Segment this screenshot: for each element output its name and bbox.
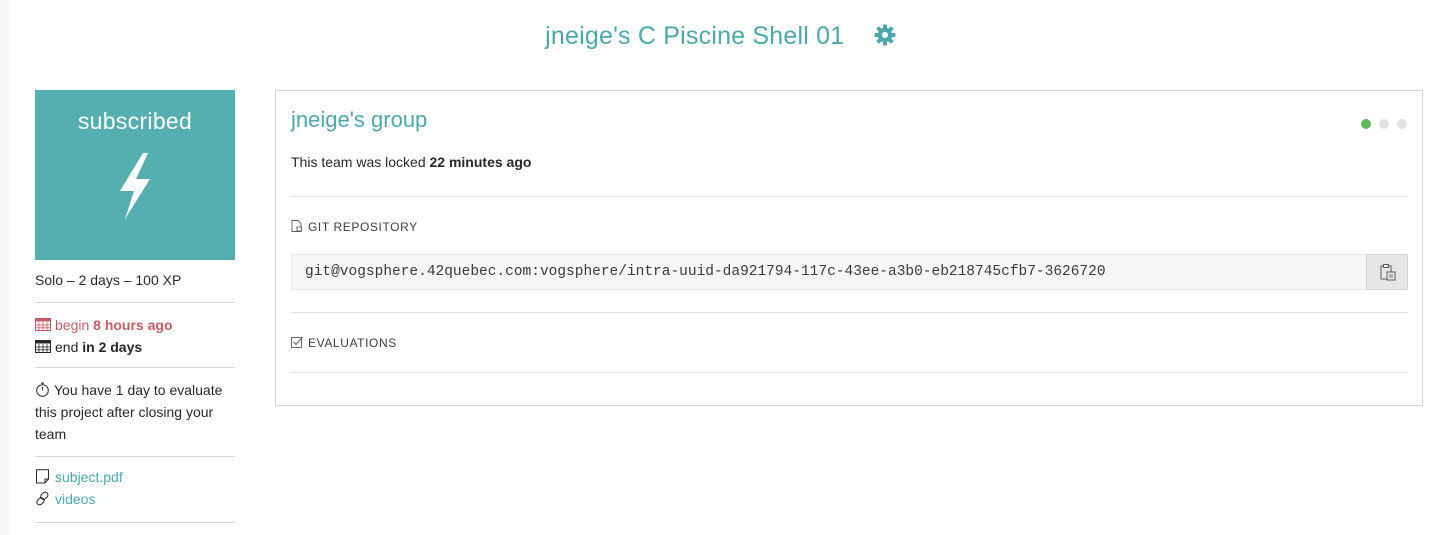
videos-label[interactable]: videos: [55, 491, 95, 507]
begin-value: 8 hours ago: [93, 317, 173, 333]
team-panel: jneige's group This team was locked 22 m…: [275, 90, 1423, 406]
page-title: jneige's C Piscine Shell 01: [545, 22, 845, 50]
divider: [291, 196, 1408, 197]
copy-repository-button[interactable]: [1366, 254, 1408, 290]
evaluation-note: You have 1 day to evaluate this project …: [35, 368, 235, 457]
project-links: subject.pdf videos: [35, 457, 235, 523]
gear-icon[interactable]: [873, 23, 897, 47]
calendar-icon: [35, 318, 51, 331]
lock-prefix: This team was locked: [291, 154, 426, 170]
repository-url-box[interactable]: git@vogsphere.42quebec.com:vogsphere/int…: [291, 254, 1408, 290]
evaluations-text: EVALUATIONS: [308, 336, 397, 350]
progress-dot: [1397, 119, 1407, 129]
begin-date-row: begin 8 hours ago: [35, 314, 235, 336]
progress-dot: [1379, 119, 1389, 129]
end-value: in 2 days: [82, 339, 143, 355]
repository-url[interactable]: git@vogsphere.42quebec.com:vogsphere/int…: [305, 264, 1106, 280]
progress-dots: [1353, 116, 1407, 129]
status-tile: subscribed: [35, 90, 235, 260]
project-meta: Solo – 2 days – 100 XP: [35, 260, 235, 303]
page-header: jneige's C Piscine Shell 01: [0, 22, 1442, 58]
repository-icon: [291, 220, 302, 232]
end-label: end: [55, 339, 79, 355]
begin-label: begin: [55, 317, 90, 333]
git-repository-text: GIT REPOSITORY: [308, 220, 418, 234]
project-sidebar: subscribed Solo – 2 days – 100 XP begin …: [35, 90, 235, 523]
divider: [291, 312, 1408, 313]
checkbox-icon: [291, 336, 303, 348]
calendar-icon: [35, 340, 51, 353]
team-lock-status: This team was locked 22 minutes ago: [291, 154, 531, 170]
subject-pdf-link[interactable]: subject.pdf: [35, 466, 235, 488]
end-date-row: end in 2 days: [35, 336, 235, 358]
evaluations-label: EVALUATIONS: [291, 336, 397, 350]
status-label: subscribed: [77, 108, 193, 134]
lightning-bolt-icon: [120, 153, 150, 219]
subject-pdf-label[interactable]: subject.pdf: [55, 469, 123, 485]
git-repository-label: GIT REPOSITORY: [291, 220, 418, 234]
videos-link[interactable]: videos: [35, 488, 235, 510]
lock-time: 22 minutes ago: [429, 154, 532, 170]
file-icon: [36, 469, 49, 484]
link-icon: [36, 491, 49, 506]
stopwatch-icon: [36, 382, 49, 397]
progress-dot-active: [1361, 119, 1371, 129]
left-edge-strip: [0, 0, 9, 535]
clipboard-icon: [1380, 264, 1396, 281]
project-dates: begin 8 hours ago end in 2 days: [35, 303, 235, 368]
team-title[interactable]: jneige's group: [291, 107, 427, 133]
divider: [291, 372, 1408, 373]
evaluation-note-text: You have 1 day to evaluate this project …: [35, 382, 223, 442]
